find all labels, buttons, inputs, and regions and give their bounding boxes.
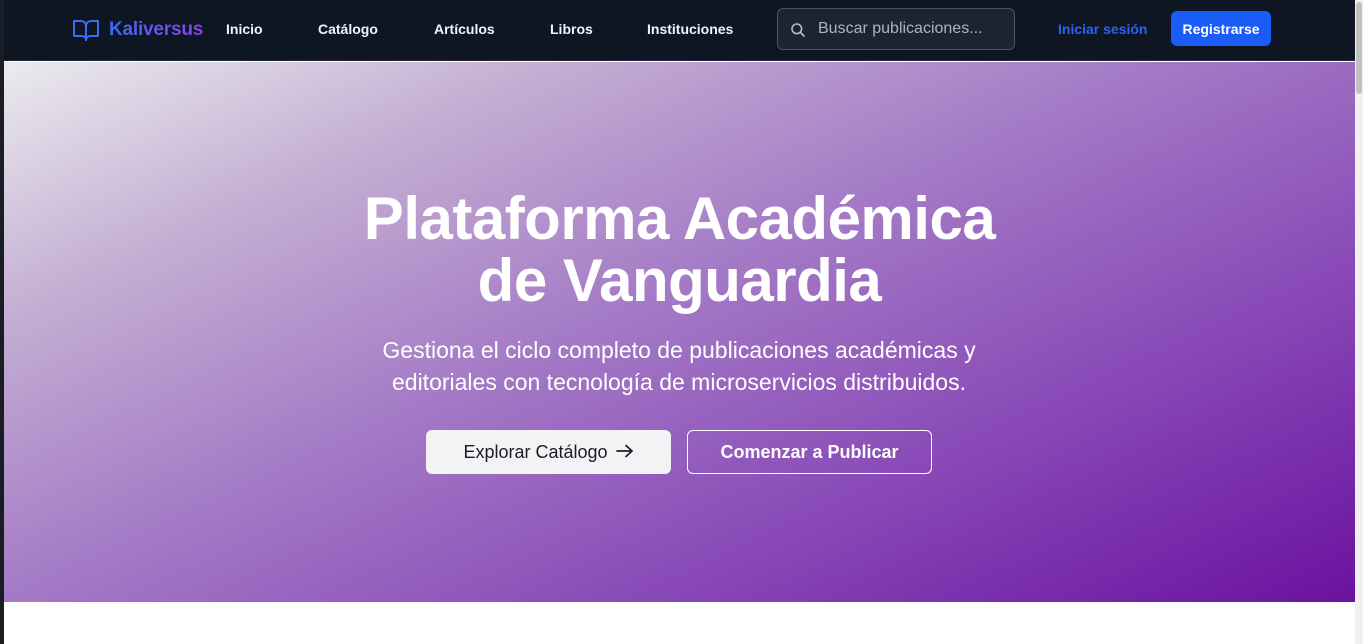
arrow-right-icon [615, 442, 634, 463]
explore-catalog-button[interactable]: Explorar Catálogo [426, 430, 671, 474]
login-link[interactable]: Iniciar sesión [1058, 21, 1147, 37]
nav-item-libros[interactable]: Libros [550, 21, 593, 37]
nav-item-instituciones[interactable]: Instituciones [647, 21, 733, 37]
nav-item-articulos[interactable]: Artículos [434, 21, 495, 37]
hero-subtitle-line-1: Gestiona el ciclo completo de publicacio… [382, 337, 976, 363]
explore-catalog-label: Explorar Catálogo [463, 441, 608, 462]
hero-subtitle-line-2: editoriales con tecnología de microservi… [391, 369, 966, 395]
hero-title: Plataforma Académica de Vanguardia [4, 188, 1355, 312]
hero-title-line-1: Plataforma Académica [363, 185, 996, 252]
page-scrollbar[interactable] [1355, 0, 1363, 644]
content-area [4, 602, 1355, 644]
nav-item-catalogo[interactable]: Catálogo [318, 21, 378, 37]
search-box [777, 8, 1015, 50]
hero-title-line-2: de Vanguardia [477, 247, 882, 314]
brand-logo[interactable]: Kaliversus [72, 16, 203, 44]
start-publishing-button[interactable]: Comenzar a Publicar [687, 430, 932, 474]
book-open-icon [72, 18, 100, 42]
search-input[interactable] [818, 9, 1008, 49]
brand-name: Kaliversus [109, 19, 204, 40]
nav-item-inicio[interactable]: Inicio [226, 21, 263, 37]
register-button[interactable]: Registrarse [1171, 11, 1271, 46]
browser-viewport: Kaliversus Inicio Catálogo Artículos Lib… [4, 0, 1355, 644]
search-icon [790, 22, 806, 43]
hero-section: Plataforma Académica de Vanguardia Gesti… [4, 62, 1355, 602]
scrollbar-thumb[interactable] [1356, 2, 1362, 94]
hero-subtitle: Gestiona el ciclo completo de publicacio… [329, 334, 1029, 398]
top-navbar: Kaliversus Inicio Catálogo Artículos Lib… [4, 0, 1355, 61]
